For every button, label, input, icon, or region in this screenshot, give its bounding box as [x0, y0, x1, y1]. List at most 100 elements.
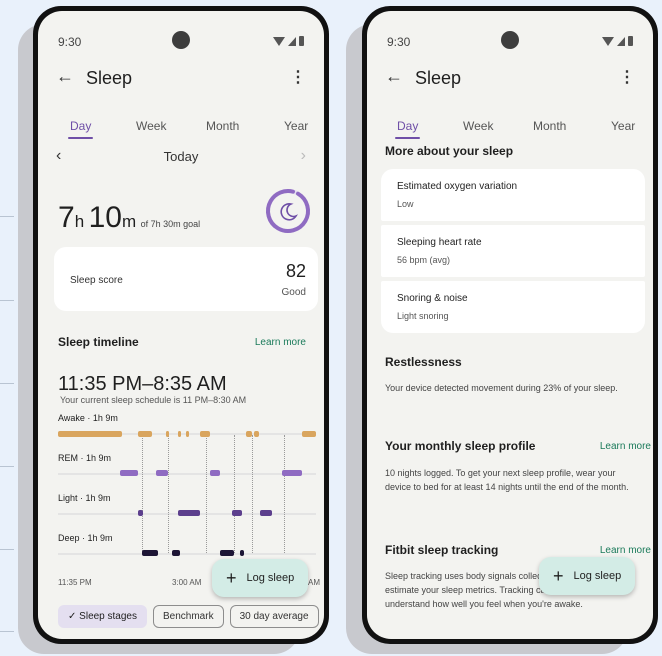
signal-icon: [617, 36, 625, 46]
chevron-right-icon[interactable]: ›: [301, 147, 306, 165]
battery-icon: [628, 36, 633, 46]
log-sleep-label: Log sleep: [573, 570, 622, 582]
stage-label-light: Light · 1h 9m: [58, 493, 111, 503]
back-arrow-icon[interactable]: ←: [385, 66, 403, 87]
sleep-day-screen: 9:30 ← Sleep ⋮ Day Week Month Year ‹ Tod…: [38, 11, 324, 639]
page-title: Sleep: [86, 68, 133, 88]
sleep-time-range: 11:35 PM–8:35 AM: [58, 373, 227, 395]
score-label: Sleep score: [70, 275, 123, 286]
metric-card[interactable]: Snoring & noise Light snoring: [381, 281, 645, 333]
plus-icon: +: [553, 566, 564, 586]
status-icons: [273, 36, 304, 46]
deep-segment: [172, 550, 180, 556]
back-arrow-icon[interactable]: ←: [56, 66, 74, 87]
tab-month[interactable]: Month: [206, 119, 239, 133]
log-sleep-label: Log sleep: [246, 572, 295, 584]
metric-title: Snoring & noise: [397, 293, 468, 304]
stage-transition-line: [252, 435, 253, 553]
period-tabs: Day Week Month Year: [367, 119, 653, 141]
phone-right: 9:30 ← Sleep ⋮ Day Week Month Year More …: [362, 6, 658, 644]
stage-transition-line: [284, 435, 285, 553]
battery-icon: [299, 36, 304, 46]
monthly-profile-title: Your monthly sleep profile: [385, 439, 536, 453]
wifi-icon: [273, 36, 285, 46]
app-bar: ← Sleep ⋮: [56, 66, 306, 91]
light-segment: [232, 510, 242, 516]
metric-value: Low: [397, 199, 414, 209]
monthly-learn-more-link[interactable]: Learn more: [600, 441, 651, 452]
deep-segment: [142, 550, 158, 556]
sleep-duration: 7h 10m of 7h 30m goal: [58, 201, 200, 235]
more-options-icon[interactable]: ⋮: [290, 67, 306, 87]
awake-segment: [178, 431, 181, 437]
metric-title: Sleeping heart rate: [397, 237, 482, 248]
metric-card[interactable]: Sleeping heart rate 56 bpm (avg): [381, 225, 645, 277]
metric-value: Light snoring: [397, 311, 449, 321]
timeline-learn-more-link[interactable]: Learn more: [255, 337, 306, 348]
chip-benchmark[interactable]: Benchmark: [153, 605, 224, 628]
deep-track: [58, 553, 316, 555]
timeline-end-time: AM: [308, 578, 320, 587]
camera-cutout: [172, 31, 190, 49]
sleep-details-screen: 9:30 ← Sleep ⋮ Day Week Month Year More …: [367, 11, 653, 639]
phone-left: 9:30 ← Sleep ⋮ Day Week Month Year ‹ Tod…: [33, 6, 329, 644]
monthly-profile-text: 10 nights logged. To get your next sleep…: [385, 468, 629, 492]
tab-year[interactable]: Year: [611, 119, 635, 133]
page-title: Sleep: [415, 68, 462, 88]
timeline-mid-time: 3:00 AM: [172, 578, 202, 587]
app-bar: ← Sleep ⋮: [385, 66, 635, 91]
rem-segment: [156, 470, 168, 476]
timeline-start-time: 11:35 PM: [58, 578, 92, 587]
restlessness-title: Restlessness: [385, 355, 462, 369]
light-segment: [178, 510, 200, 516]
stage-transition-line: [206, 435, 207, 553]
awake-segment: [186, 431, 189, 437]
date-navigator: ‹ Today ›: [56, 147, 306, 167]
signal-icon: [288, 36, 296, 46]
metric-title: Estimated oxygen variation: [397, 181, 518, 192]
duration-minutes-unit: m: [121, 212, 137, 231]
stage-label-rem: REM · 1h 9m: [58, 453, 112, 463]
deep-segment: [240, 550, 244, 556]
log-sleep-button[interactable]: + Log sleep: [212, 559, 309, 597]
camera-cutout: [501, 31, 519, 49]
more-options-icon[interactable]: ⋮: [619, 67, 635, 87]
log-sleep-button[interactable]: + Log sleep: [539, 557, 636, 595]
fitbit-learn-more-link[interactable]: Learn more: [600, 545, 651, 556]
awake-segment: [58, 431, 122, 437]
chip-sleep-stages[interactable]: ✓ Sleep stages: [58, 605, 147, 628]
awake-segment: [138, 431, 152, 437]
chip-30-day-average[interactable]: 30 day average: [229, 605, 319, 628]
duration-hours-unit: h: [74, 212, 85, 231]
stage-transition-line: [168, 435, 169, 553]
restlessness-text: Your device detected movement during 23%…: [385, 383, 618, 393]
period-tabs: Day Week Month Year: [38, 119, 324, 141]
metric-value: 56 bpm (avg): [397, 255, 451, 265]
tab-week[interactable]: Week: [136, 119, 166, 133]
tab-day[interactable]: Day: [67, 119, 94, 139]
fitbit-tracking-title: Fitbit sleep tracking: [385, 543, 499, 557]
light-segment: [260, 510, 272, 516]
tab-month[interactable]: Month: [533, 119, 566, 133]
deep-segment: [220, 550, 234, 556]
chart-filter-chips: ✓ Sleep stages Benchmark 30 day average: [58, 605, 319, 628]
more-about-title: More about your sleep: [385, 144, 514, 158]
sleep-metrics-group: Estimated oxygen variation Low Sleeping …: [381, 169, 645, 333]
tab-year[interactable]: Year: [284, 119, 308, 133]
rem-track: [58, 473, 316, 475]
moon-icon: [280, 203, 298, 221]
metric-card[interactable]: Estimated oxygen variation Low: [381, 169, 645, 221]
sleep-score-card[interactable]: Sleep score 82 Good: [54, 247, 318, 311]
duration-hours: 7: [58, 201, 75, 234]
rem-segment: [120, 470, 138, 476]
awake-segment: [246, 431, 252, 437]
plus-icon: +: [226, 568, 237, 588]
rem-segment: [282, 470, 302, 476]
wifi-icon: [602, 36, 614, 46]
tab-week[interactable]: Week: [463, 119, 493, 133]
rem-segment: [210, 470, 220, 476]
tab-day[interactable]: Day: [394, 119, 421, 139]
page-edge-guides: [0, 0, 14, 656]
date-label: Today: [163, 149, 199, 164]
stage-label-awake: Awake · 1h 9m: [58, 413, 118, 423]
